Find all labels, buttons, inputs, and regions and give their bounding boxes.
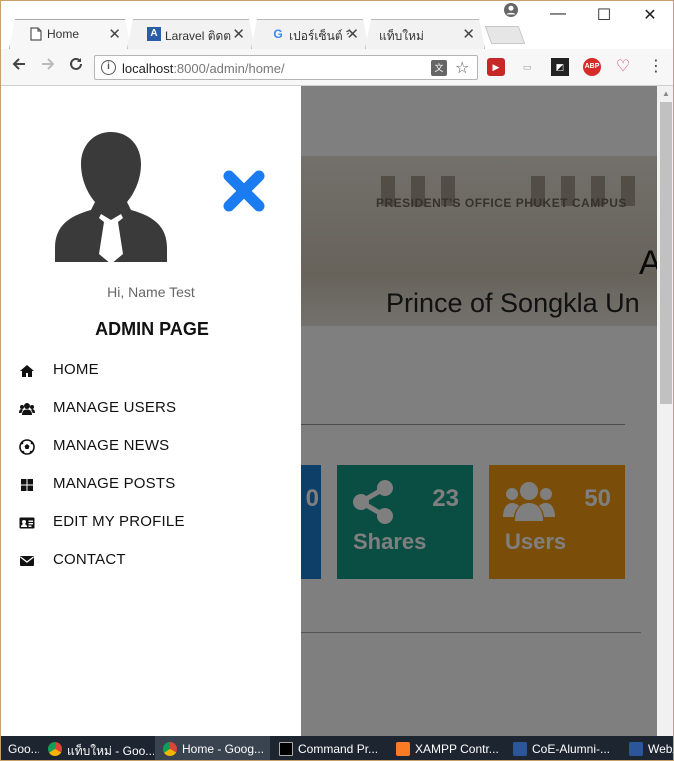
forward-button[interactable] [37, 56, 59, 78]
tab-title: แท็บใหม่ [379, 29, 424, 43]
taskbar-item[interactable]: Command Pr... [271, 736, 386, 760]
tab-strip: Home ✕ A Laravel ติดต ✕ G เปอร์เซ็นต์ วิ… [1, 1, 673, 49]
sidebar-item-label: CONTACT [53, 551, 126, 568]
tab-close-icon[interactable]: ✕ [462, 25, 475, 43]
new-tab-button[interactable] [484, 26, 526, 44]
minimize-button[interactable]: — [543, 5, 573, 23]
sidebar-item-contact[interactable]: CONTACT [1, 542, 301, 580]
back-arrow-icon [12, 58, 25, 70]
admin-sidebar: Hi, Name Test ADMIN PAGE HOME MANAGE USE… [1, 86, 301, 736]
user-greeting: Hi, Name Test [107, 284, 195, 300]
word-icon [513, 742, 527, 756]
sidebar-item-label: MANAGE USERS [53, 399, 177, 416]
users-icon [19, 403, 35, 415]
screenshot-extension-icon[interactable]: ◩ [551, 58, 569, 76]
sidebar-item-home[interactable]: HOME [1, 352, 301, 390]
vertical-scrollbar[interactable]: ▲ [657, 86, 673, 736]
translate-icon[interactable]: 文 [431, 60, 447, 76]
adblock-icon[interactable]: ABP [583, 58, 601, 76]
scroll-up-icon[interactable]: ▲ [657, 86, 673, 102]
taskbar-item-label: CoE-Alumni-... [532, 742, 611, 756]
taskbar-item-label: แท็บใหม่ - Goo... [67, 744, 154, 758]
xampp-icon [396, 742, 410, 756]
tab-new[interactable]: แท็บใหม่ ✕ [365, 19, 485, 49]
envelope-icon [20, 556, 34, 566]
heart-icon[interactable]: ♡ [614, 58, 632, 76]
tab-close-icon[interactable]: ✕ [232, 25, 245, 43]
avatar [55, 132, 167, 264]
taskbar-item-label: WebA [648, 742, 673, 756]
tab-title: เปอร์เซ็นต์ วิ [289, 29, 349, 43]
tab-laravel[interactable]: A Laravel ติดต ✕ [127, 19, 255, 49]
grid-icon [21, 479, 33, 491]
tab-google[interactable]: G เปอร์เซ็นต์ วิ ✕ [251, 19, 369, 49]
sidebar-item-manage-users[interactable]: MANAGE USERS [1, 390, 301, 428]
maximize-button[interactable]: ☐ [589, 5, 619, 25]
home-icon [20, 365, 34, 377]
taskbar-item-label: Home - Goog... [182, 742, 265, 756]
page-icon [29, 27, 43, 41]
back-button[interactable] [8, 56, 30, 78]
taskbar-item[interactable]: CoE-Alumni-... [505, 736, 620, 760]
taskbar-item-label: Command Pr... [298, 742, 379, 756]
sidebar-item-label: HOME [53, 361, 99, 378]
sidebar-item-manage-news[interactable]: MANAGE NEWS [1, 428, 301, 466]
sidebar-item-label: MANAGE POSTS [53, 475, 176, 492]
taskbar-item-label: Goo... [8, 742, 39, 756]
sidebar-item-edit-profile[interactable]: EDIT MY PROFILE [1, 504, 301, 542]
tab-title: Laravel ติดต [165, 29, 232, 43]
profile-icon[interactable] [504, 3, 518, 17]
tab-close-icon[interactable]: ✕ [346, 25, 359, 43]
scrollbar-thumb[interactable] [660, 102, 672, 404]
tab-home[interactable]: Home ✕ [9, 19, 131, 49]
cast-icon[interactable]: ▭ [518, 58, 536, 76]
extension-icon[interactable]: ▶ [487, 58, 505, 76]
bookmark-star-icon[interactable]: ☆ [455, 58, 469, 78]
close-window-button[interactable]: ✕ [635, 5, 665, 25]
page-viewport: PRESIDENT'S OFFICE PHUKET CAMPUS A Princ… [1, 86, 657, 736]
reload-button[interactable] [65, 56, 87, 78]
info-icon[interactable]: i [101, 60, 116, 75]
taskbar-item-label: XAMPP Contr... [415, 742, 499, 756]
chrome-icon [48, 742, 62, 756]
url-text: localhost:8000/admin/home/ [122, 61, 285, 76]
taskbar-item[interactable]: Goo... [1, 736, 39, 760]
soccer-ball-icon [19, 439, 35, 455]
taskbar-item[interactable]: แท็บใหม่ - Goo... [40, 736, 154, 760]
taskbar-item[interactable]: XAMPP Contr... [388, 736, 503, 760]
sidebar-item-label: MANAGE NEWS [53, 437, 170, 454]
browser-window: Home ✕ A Laravel ติดต ✕ G เปอร์เซ็นต์ วิ… [0, 0, 674, 761]
laravel-icon: A [147, 27, 161, 41]
word-icon [629, 742, 643, 756]
reload-icon [70, 57, 82, 70]
taskbar-item[interactable]: WebA [621, 736, 673, 760]
google-icon: G [273, 27, 283, 41]
modal-overlay[interactable] [301, 86, 657, 736]
sidebar-title: ADMIN PAGE [95, 319, 209, 339]
taskbar-item-active[interactable]: Home - Goog... [155, 736, 270, 760]
id-card-icon [19, 517, 35, 529]
forward-arrow-icon [42, 58, 55, 70]
taskbar: Goo... แท็บใหม่ - Goo... Home - Goog... … [1, 736, 673, 760]
cmd-icon [279, 742, 293, 756]
close-sidebar-icon[interactable] [221, 168, 267, 214]
browser-toolbar: i localhost:8000/admin/home/ 文 ☆ ▶ ▭ ◩ A… [1, 49, 673, 86]
sidebar-item-label: EDIT MY PROFILE [53, 513, 185, 530]
tab-close-icon[interactable]: ✕ [108, 25, 121, 43]
sidebar-menu: HOME MANAGE USERS MANAGE NEWS MANAGE POS… [1, 352, 301, 580]
address-bar[interactable]: i localhost:8000/admin/home/ 文 ☆ [94, 55, 478, 80]
sidebar-item-manage-posts[interactable]: MANAGE POSTS [1, 466, 301, 504]
chrome-icon [163, 742, 177, 756]
menu-dots-icon[interactable]: ⋮ [647, 58, 665, 76]
